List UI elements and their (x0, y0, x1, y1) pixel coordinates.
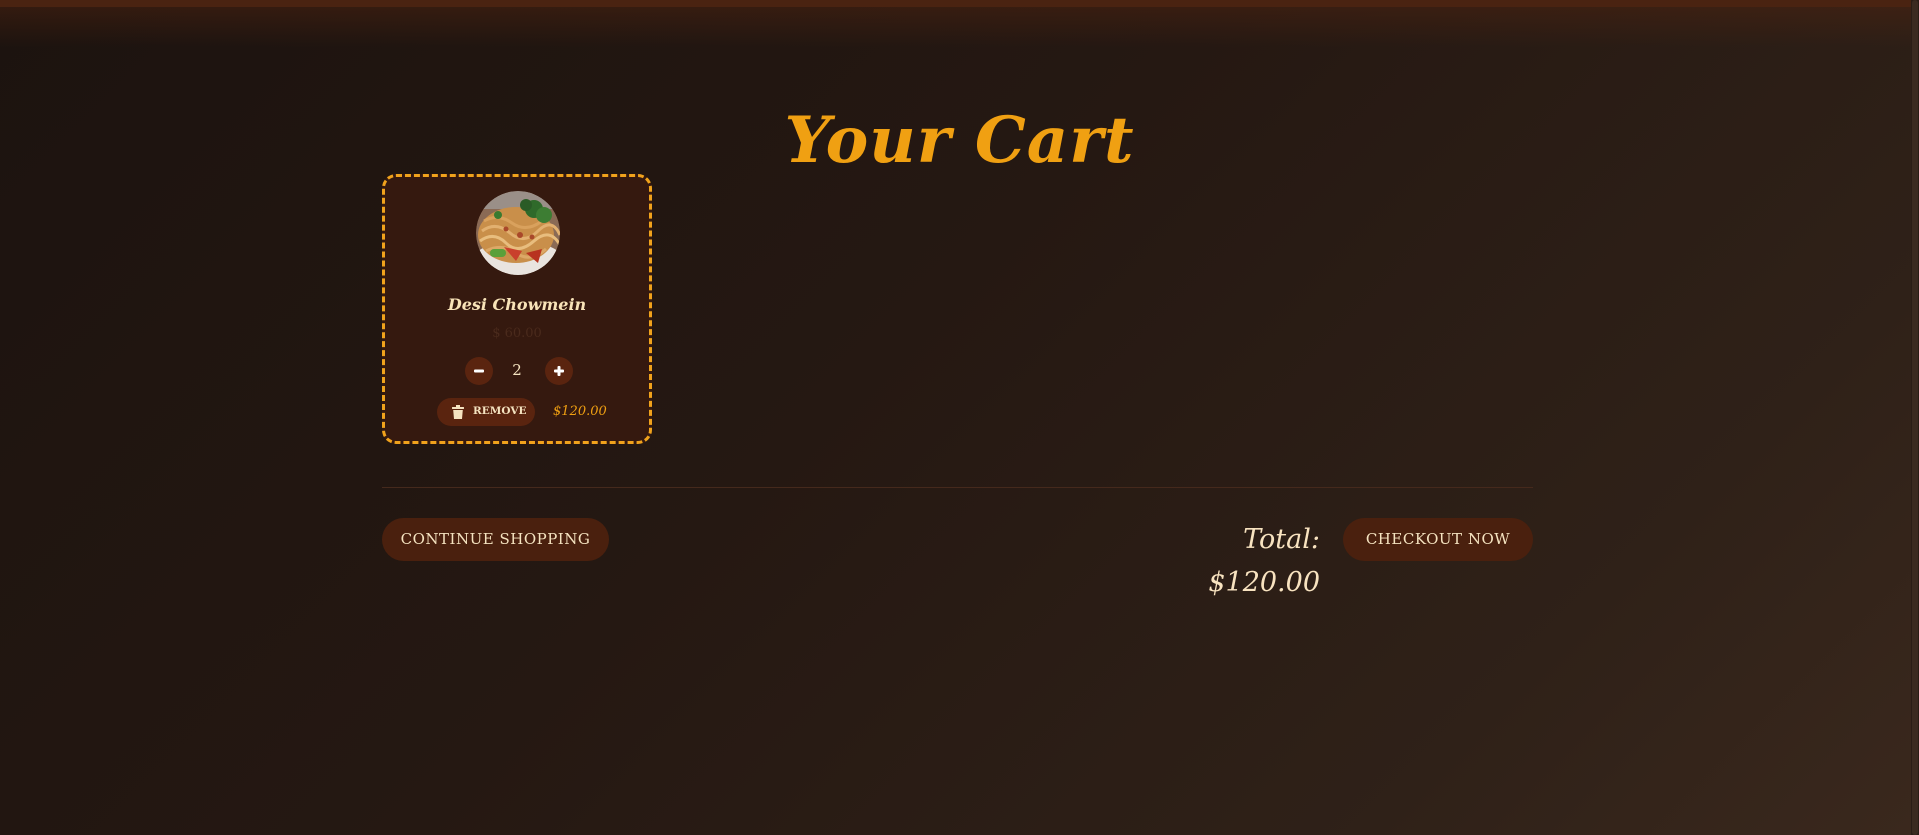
page-title: Your Cart (784, 102, 1135, 178)
item-line-total: $120.00 (553, 404, 607, 419)
remove-label: REMOVE (473, 405, 527, 417)
minus-icon (474, 369, 484, 373)
trash-icon (452, 405, 464, 419)
food-image (476, 191, 560, 275)
top-bar-strip (0, 0, 1919, 7)
decrease-quantity-button[interactable] (465, 357, 493, 385)
plus-icon (554, 366, 564, 376)
divider (382, 487, 1533, 488)
cart-total: Total: $120.00 (1208, 524, 1320, 598)
top-glow (0, 7, 1919, 47)
item-unit-price: $ 60.00 (492, 326, 542, 341)
increase-quantity-button[interactable] (545, 357, 573, 385)
cart-item-card: Desi Chowmein $ 60.00 2 REMOVE $120.00 (382, 174, 652, 444)
remove-item-button[interactable]: REMOVE (437, 398, 535, 426)
item-name: Desi Chowmein (447, 295, 587, 314)
continue-shopping-button[interactable]: CONTINUE SHOPPING (382, 518, 609, 561)
quantity-value: 2 (512, 361, 522, 379)
checkout-button[interactable]: CHECKOUT NOW (1343, 518, 1533, 561)
